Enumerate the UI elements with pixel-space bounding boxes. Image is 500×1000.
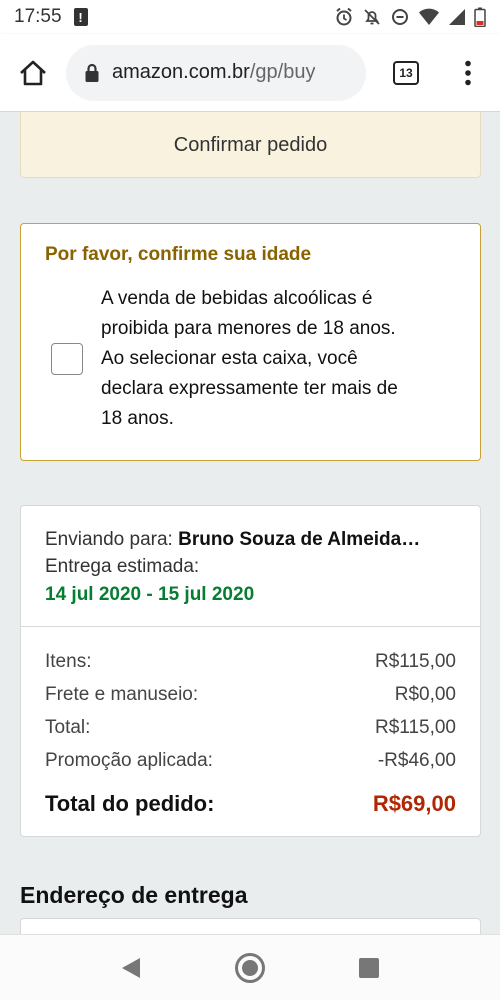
delivery-address-card[interactable] [20,918,481,934]
status-bar: 17:55 ! [0,0,500,34]
signal-icon [449,9,465,25]
age-confirmation-checkbox[interactable] [51,343,83,375]
shipping-info: Enviando para: Bruno Souza de Almeida… E… [21,506,480,627]
confirm-order-button[interactable]: Confirmar pedido [20,112,481,178]
status-icons [334,7,486,27]
order-total-label: Total do pedido: [45,791,215,816]
delivery-date-range: 14 jul 2020 - 15 jul 2020 [45,584,255,605]
address-bar[interactable]: amazon.com.br/gp/buy [66,44,366,101]
promotion-label: Promoção aplicada: [45,750,213,771]
url-text: amazon.com.br/gp/buy [112,61,315,84]
more-menu-icon [465,60,471,85]
order-total-row: Total do pedido: R$69,00 [45,787,456,820]
age-confirmation-text[interactable]: A venda de bebidas alcoólicas é proibida… [101,284,398,434]
delivery-address-heading: Endereço de entrega [20,882,248,908]
age-text-line: Ao selecionar esta caixa, você [101,348,358,369]
alarm-icon [336,7,352,26]
promotion-value: -R$46,00 [377,750,456,771]
shipping-value: R$0,00 [394,684,456,705]
tab-switcher-icon: 13 [393,60,419,85]
age-confirmation-box: Por favor, confirme sua idade A venda de… [20,223,481,461]
items-label: Itens: [45,651,92,672]
browser-toolbar: amazon.com.br/gp/buy 13 [0,34,500,112]
items-row: Itens: R$115,00 [45,645,456,678]
age-confirmation-body: A venda de bebidas alcoólicas é proibida… [45,284,456,434]
items-value: R$115,00 [375,651,456,672]
checkout-content: Confirmar pedido Por favor, confirme sua… [0,112,500,934]
age-text-line: declara expressamente ter mais de [101,378,398,399]
total-label: Total: [45,717,91,738]
do-not-disturb-icon [392,9,408,25]
notifications-off-icon [364,9,380,25]
age-text-line: A venda de bebidas alcoólicas é [101,288,373,309]
shipping-label: Frete e manuseio: [45,684,199,705]
order-total-value: R$69,00 [372,791,456,816]
order-summary-card: Enviando para: Bruno Souza de Almeida… E… [20,505,481,837]
estimated-delivery-label: Entrega estimada: [45,556,200,577]
age-confirmation-title: Por favor, confirme sua idade [45,244,312,265]
home-icon [20,60,46,85]
home-circle-icon[interactable] [234,952,266,984]
battery-icon [474,7,486,27]
url-path: /gp/buy [249,61,316,83]
lock-icon [85,63,99,82]
home-button[interactable] [0,34,66,112]
alert-icon: ! [73,8,88,26]
wifi-icon [419,8,439,26]
order-totals: Itens: R$115,00 Frete e manuseio: R$0,00… [21,627,480,820]
sending-to-label: Enviando para: [45,529,173,550]
status-time: 17:55 [14,6,62,27]
recents-icon[interactable] [358,957,380,979]
total-value: R$115,00 [375,717,456,738]
back-icon[interactable] [120,956,142,980]
tab-switcher-button[interactable]: 13 [368,34,444,112]
age-text-line: proibida para menores de 18 anos. [101,318,396,339]
promotion-row: Promoção aplicada: -R$46,00 [45,744,456,777]
total-row: Total: R$115,00 [45,711,456,744]
age-text-line: 18 anos. [101,408,174,429]
shipping-row: Frete e manuseio: R$0,00 [45,678,456,711]
url-domain: amazon.com.br [112,61,250,83]
system-navigation-bar [0,934,500,1000]
more-menu-button[interactable] [444,34,492,112]
recipient-name: Bruno Souza de Almeida… [178,529,421,550]
shipping-recipient-line: Enviando para: Bruno Souza de Almeida… [45,526,456,553]
